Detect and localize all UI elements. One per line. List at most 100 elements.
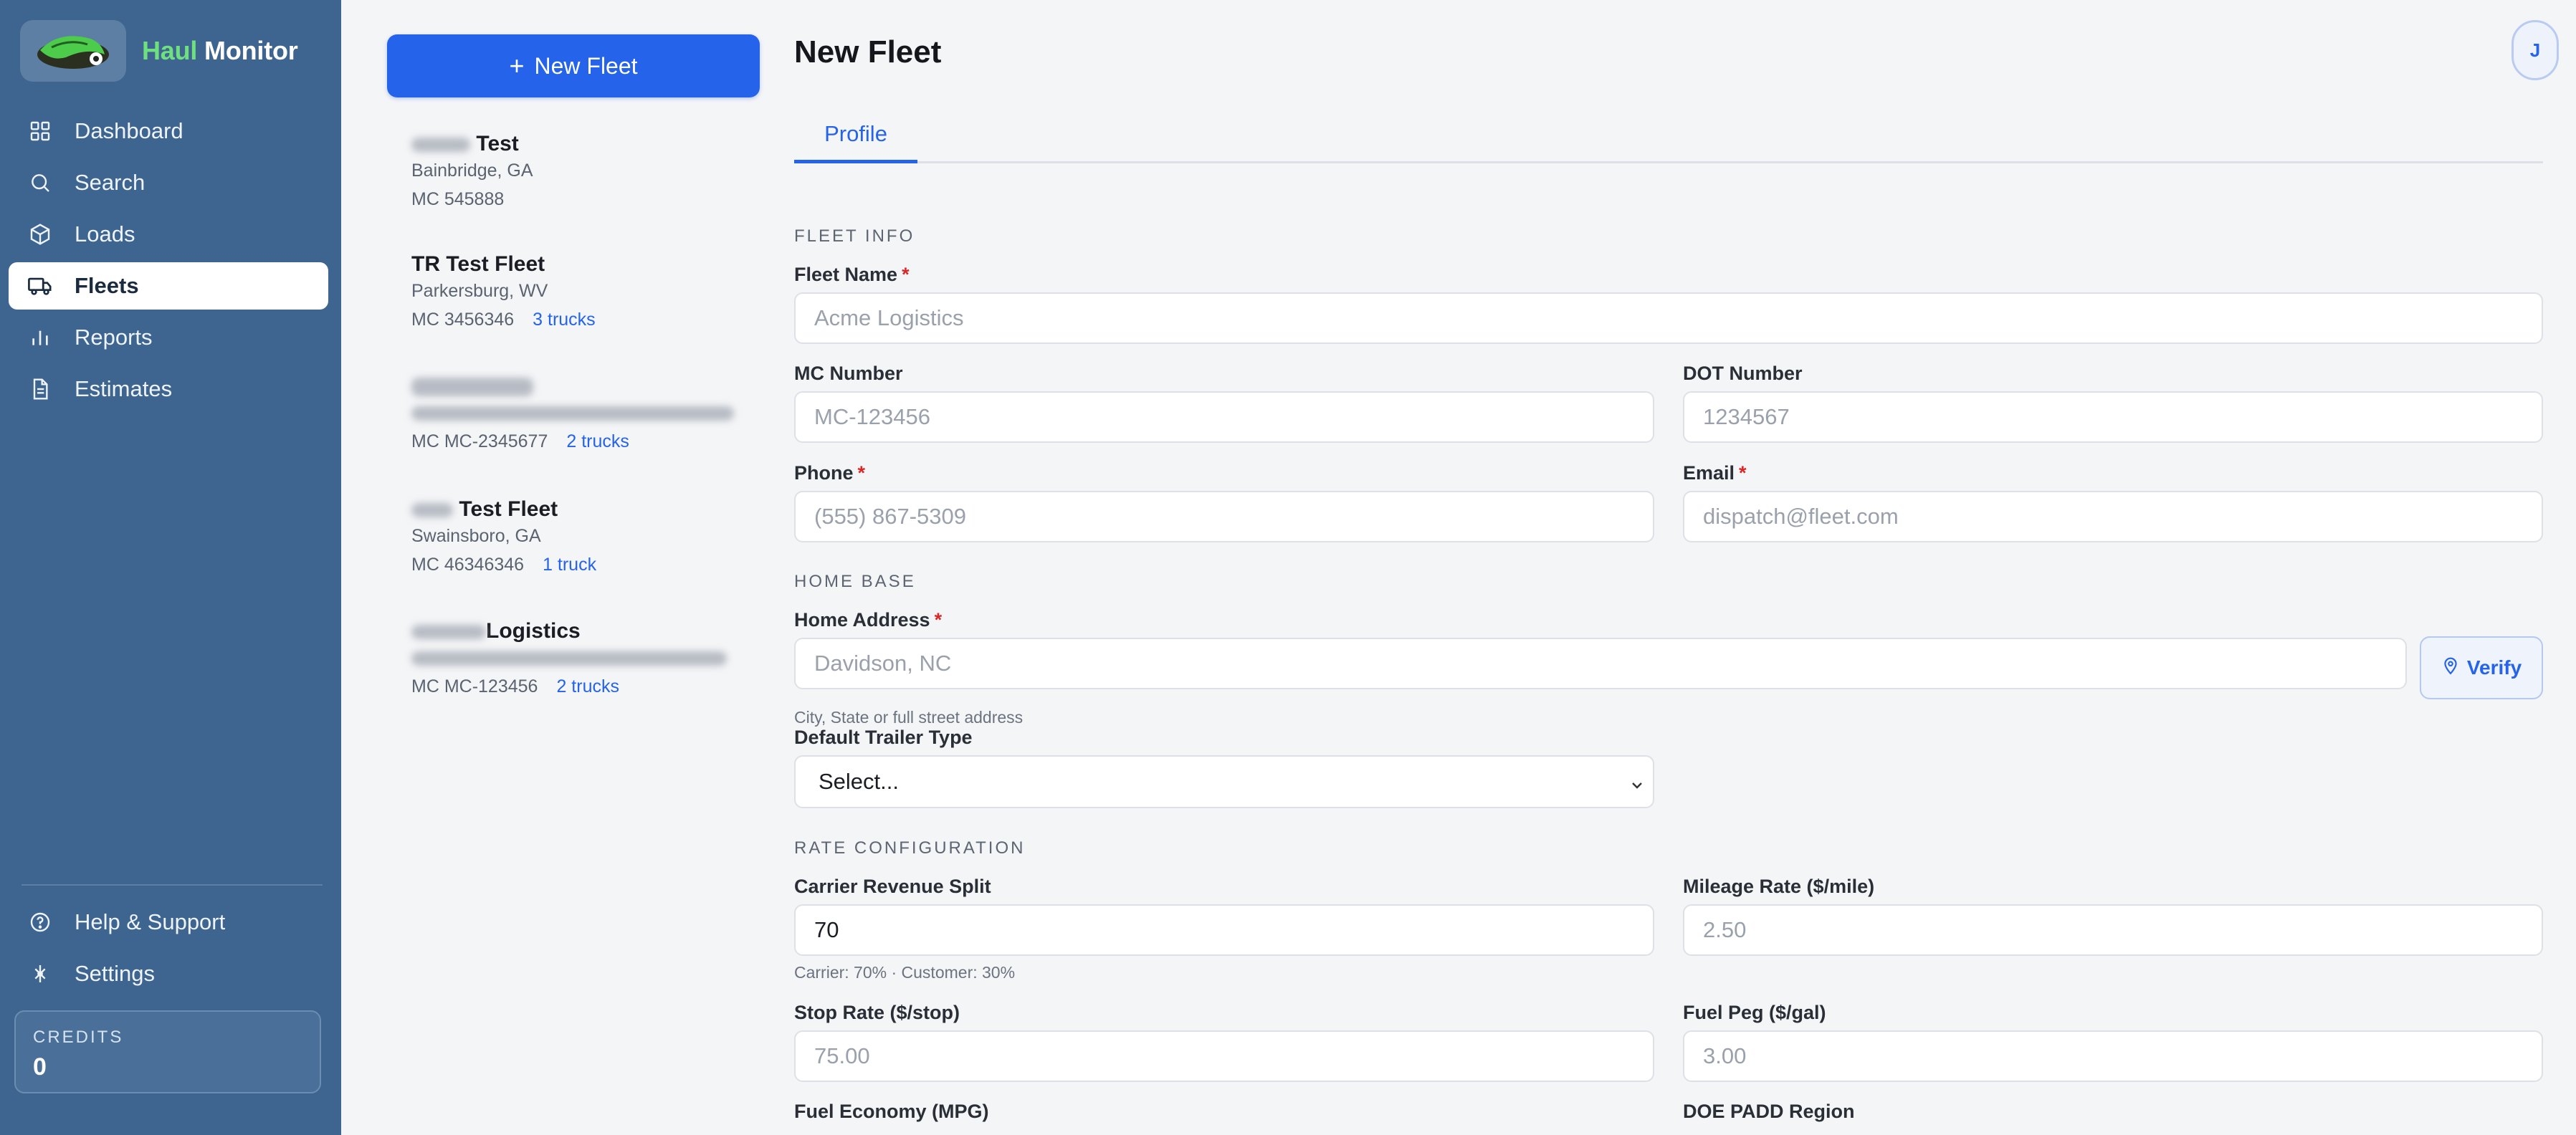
settings-icon	[27, 961, 53, 987]
section-heading-home-base: HOME BASE	[794, 572, 916, 591]
sidebar-item-estimates[interactable]: Estimates	[9, 365, 328, 413]
stop-rate-input[interactable]: 75.00	[794, 1030, 1654, 1082]
revenue-split-helper: Carrier: 70% · Customer: 30%	[794, 963, 1016, 982]
section-heading-fleet-info: FLEET INFO	[794, 226, 915, 246]
mc-number-input[interactable]: MC-123456	[794, 391, 1654, 443]
redacted-text	[411, 406, 734, 421]
bar-chart-icon	[27, 325, 53, 350]
mileage-rate-input[interactable]: 2.50	[1683, 904, 2543, 956]
sidebar-item-label: Dashboard	[75, 118, 183, 143]
plus-icon: +	[509, 51, 525, 80]
fuel-peg-input[interactable]: 3.00	[1683, 1030, 2543, 1082]
fleet-name: Test Fleet	[459, 497, 558, 521]
fleet-list-item[interactable]: Logistics MC MC-123456 2 trucks	[411, 619, 755, 697]
trailer-type-label: Default Trailer Type	[794, 727, 973, 748]
sidebar-item-label: Help & Support	[75, 909, 226, 934]
fleet-mc: MC 545888	[411, 189, 505, 209]
map-pin-icon	[2441, 656, 2460, 680]
email-label: Email *	[1683, 462, 1747, 484]
sidebar-item-label: Loads	[75, 221, 135, 246]
phone-input[interactable]: (555) 867-5309	[794, 491, 1654, 542]
sidebar-nav: Dashboard Search Loads Fleets Reports Es…	[9, 107, 328, 417]
sidebar-divider	[22, 884, 323, 886]
required-marker: *	[1739, 462, 1747, 484]
grid-icon	[27, 118, 53, 144]
help-circle-icon	[27, 909, 53, 935]
sidebar-item-fleets[interactable]: Fleets	[9, 262, 328, 310]
doe-padd-label: DOE PADD Region	[1683, 1101, 1855, 1122]
redacted-text	[411, 138, 470, 153]
fleet-mc: MC MC-123456	[411, 676, 538, 696]
phone-label: Phone *	[794, 462, 866, 484]
fleet-mc: MC MC-2345677	[411, 431, 548, 451]
stop-rate-label: Stop Rate ($/stop)	[794, 1002, 960, 1023]
sidebar-item-reports[interactable]: Reports	[9, 314, 328, 361]
sidebar-item-dashboard[interactable]: Dashboard	[9, 107, 328, 155]
fleet-name: Logistics	[486, 619, 581, 643]
main-content: New Fleet J Profile FLEET INFO Fleet Nam…	[794, 0, 2559, 1135]
revenue-split-label: Carrier Revenue Split	[794, 876, 991, 897]
home-address-input[interactable]: Davidson, NC	[794, 638, 2407, 689]
fleet-name-label: Fleet Name *	[794, 264, 910, 285]
brand-name: Haul Monitor	[142, 36, 298, 65]
sidebar-item-label: Reports	[75, 325, 153, 350]
fleet-name-input[interactable]: Acme Logistics	[794, 292, 2543, 344]
sidebar-item-help[interactable]: Help & Support	[9, 899, 328, 946]
avatar[interactable]: J	[2511, 20, 2559, 80]
fleet-list-item[interactable]: MC MC-2345677 2 trucks	[411, 374, 755, 452]
new-fleet-label: New Fleet	[534, 52, 638, 79]
mileage-rate-label: Mileage Rate ($/mile)	[1683, 876, 1875, 897]
sidebar: Haul Monitor Dashboard Search Loads Flee…	[0, 0, 341, 1135]
brand[interactable]: Haul Monitor	[20, 20, 298, 82]
page-title: New Fleet	[794, 34, 942, 70]
fleet-list-item[interactable]: Test Fleet Swainsboro, GA MC 46346346 1 t…	[411, 497, 755, 575]
new-fleet-button[interactable]: + New Fleet	[387, 34, 760, 97]
sidebar-bottom-nav: Help & Support Settings	[9, 899, 328, 1002]
tab-bar: Profile	[794, 107, 2543, 163]
credits-card: CREDITS 0	[14, 1010, 321, 1093]
sidebar-item-search[interactable]: Search	[9, 159, 328, 206]
email-input[interactable]: dispatch@fleet.com	[1683, 491, 2543, 542]
redacted-text	[411, 625, 486, 640]
truck-icon	[27, 273, 53, 299]
fleet-truck-count: 2 trucks	[556, 676, 619, 696]
credits-value: 0	[33, 1053, 47, 1081]
search-icon	[27, 170, 53, 196]
fleet-list-item[interactable]: Test Bainbridge, GA MC 545888	[411, 132, 755, 210]
fleet-mc: MC 3456346	[411, 310, 515, 330]
fleet-location: Bainbridge, GA	[411, 161, 533, 181]
fleet-truck-count: 1 truck	[543, 555, 597, 575]
fuel-economy-label: Fuel Economy (MPG)	[794, 1101, 989, 1122]
dot-number-label: DOT Number	[1683, 363, 1803, 384]
trailer-type-select[interactable]: Select...	[794, 755, 1654, 808]
verify-button[interactable]: Verify	[2420, 636, 2543, 699]
fuel-peg-label: Fuel Peg ($/gal)	[1683, 1002, 1826, 1023]
fleet-name: TR Test Fleet	[411, 252, 545, 276]
fleet-mc: MC 46346346	[411, 555, 525, 575]
required-marker: *	[934, 609, 943, 631]
fleet-list-panel: + New Fleet Test Bainbridge, GA MC 54588…	[341, 0, 776, 1135]
tab-profile[interactable]: Profile	[794, 107, 917, 163]
redacted-text	[411, 378, 533, 397]
credits-label: CREDITS	[33, 1028, 124, 1047]
sidebar-item-label: Settings	[75, 961, 156, 986]
sidebar-item-label: Estimates	[75, 376, 173, 401]
dot-number-input[interactable]: 1234567	[1683, 391, 2543, 443]
fleet-truck-count: 2 trucks	[566, 431, 629, 451]
fleet-name: Test	[476, 132, 519, 155]
sidebar-item-loads[interactable]: Loads	[9, 211, 328, 258]
section-heading-rate-config: RATE CONFIGURATION	[794, 838, 1026, 858]
fleet-list-item[interactable]: TR Test Fleet Parkersburg, WV MC 3456346…	[411, 252, 755, 330]
revenue-split-input[interactable]: 70	[794, 904, 1654, 956]
box-icon	[27, 221, 53, 247]
app-logo	[20, 20, 126, 82]
redacted-text	[411, 651, 727, 666]
mc-number-label: MC Number	[794, 363, 903, 384]
chevron-down-icon	[1628, 774, 1646, 791]
sidebar-item-settings[interactable]: Settings	[9, 950, 328, 997]
fleet-truck-count: 3 trucks	[533, 310, 596, 330]
required-marker: *	[902, 264, 910, 285]
fleet-location: Swainsboro, GA	[411, 526, 541, 546]
required-marker: *	[857, 462, 866, 484]
document-icon	[27, 376, 53, 402]
